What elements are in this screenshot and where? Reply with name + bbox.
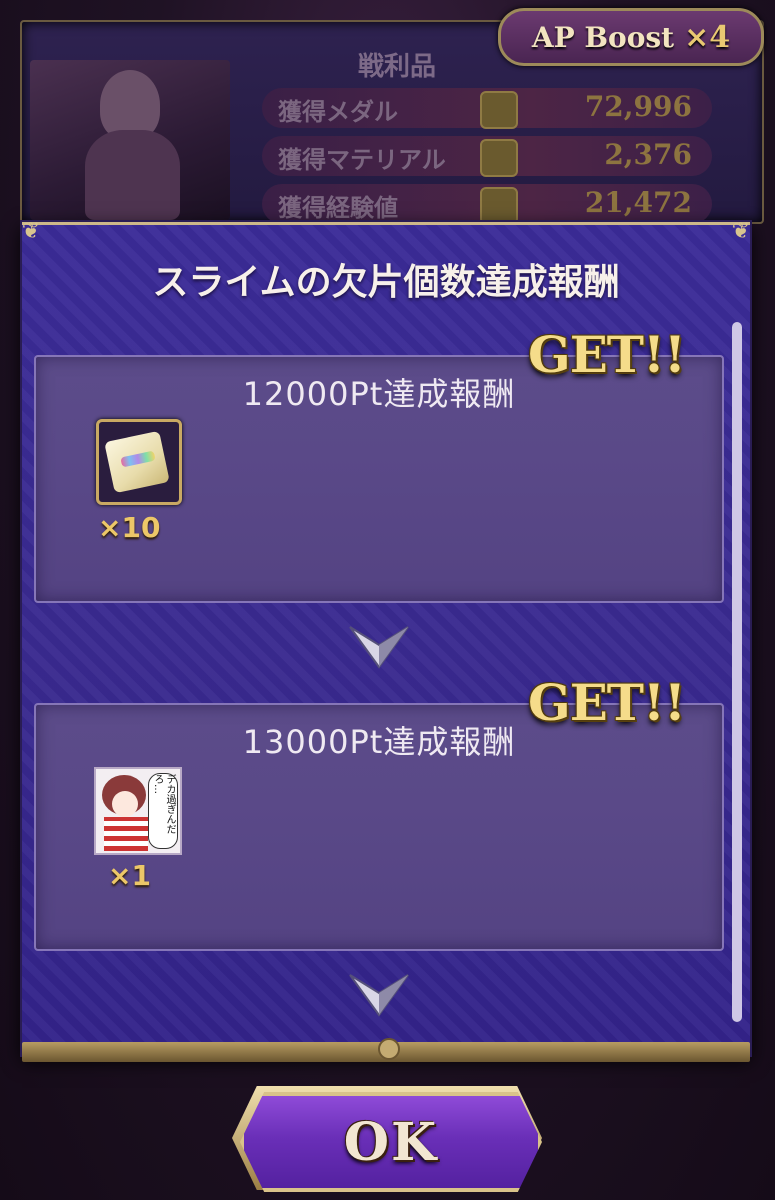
chevron-down-icon: [349, 626, 409, 669]
item-quantity: ×1: [108, 859, 151, 892]
ap-boost-badge: AP Boost ×4: [498, 8, 764, 66]
modal-title: スライムの欠片個数達成報酬: [152, 262, 620, 303]
exp-icon: [480, 187, 518, 225]
loot-value: 72,996: [584, 90, 692, 123]
loot-name: 獲得マテリアル: [278, 146, 446, 174]
rail-knob-icon: [378, 1038, 400, 1060]
chevron-down-icon: [349, 974, 409, 1017]
character-portrait: [30, 60, 230, 220]
loot-row-exp: 獲得経験値 21,472: [262, 184, 712, 225]
ornament-corner-icon: ❦: [21, 219, 41, 244]
loot-row-material: 獲得マテリアル 2,376: [262, 136, 712, 177]
get-badge: GET!!: [528, 673, 686, 732]
ornament-corner-icon: ❦: [731, 219, 751, 244]
loot-row-medal: 獲得メダル 72,996: [262, 88, 712, 129]
character-sticker-icon[interactable]: デカ過ぎんだろ…: [94, 767, 182, 855]
ok-label: OK: [343, 1111, 439, 1173]
loot-name: 獲得経験値: [278, 194, 398, 222]
loot-title: 戦利品: [357, 52, 436, 82]
reward-card: 12000Pt達成報酬 ×10: [34, 355, 724, 603]
ap-boost-label: AP Boost: [531, 20, 675, 54]
loot-value: 21,472: [584, 186, 692, 219]
reward-card: 13000Pt達成報酬 デカ過ぎんだろ… ×1: [34, 703, 724, 951]
get-badge: GET!!: [528, 325, 686, 384]
sticker-speech-text: デカ過ぎんだろ…: [148, 773, 178, 849]
scrollbar-thumb[interactable]: [732, 322, 742, 1022]
ok-button[interactable]: OK: [240, 1092, 542, 1192]
item-quantity: ×10: [98, 511, 161, 544]
material-icon: [480, 139, 518, 177]
gem-case-icon[interactable]: [96, 419, 182, 505]
reward-modal: ❦ ❦ スライムの欠片個数達成報酬 12000Pt達成報酬 ×10 GET!! …: [22, 219, 750, 1055]
loot-name: 獲得メダル: [278, 98, 398, 126]
medal-icon: [480, 91, 518, 129]
loot-value: 2,376: [604, 138, 692, 171]
ap-boost-multiplier: ×4: [684, 19, 731, 55]
